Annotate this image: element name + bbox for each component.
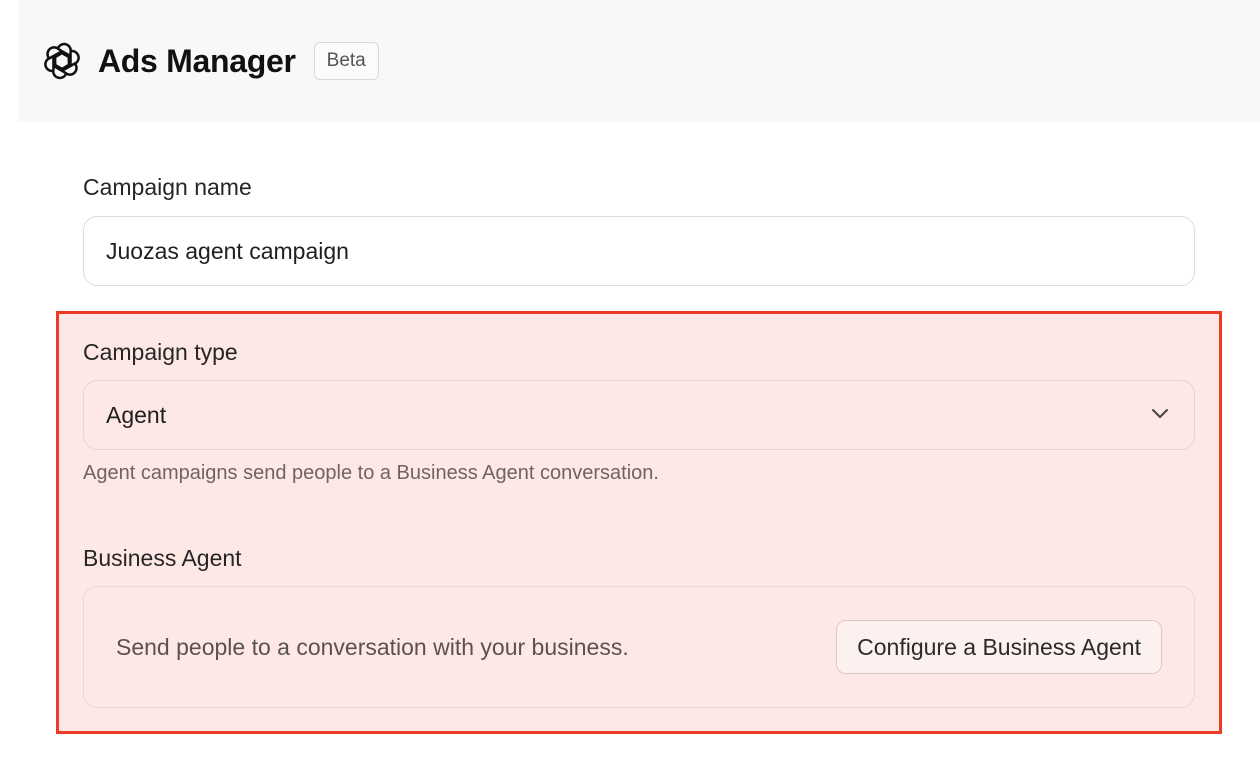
openai-knot-icon[interactable] — [42, 41, 82, 81]
campaign-type-helper: Agent campaigns send people to a Busines… — [83, 462, 659, 484]
campaign-name-label: Campaign name — [83, 174, 252, 200]
campaign-type-select[interactable]: Agent — [83, 380, 1195, 450]
campaign-type-label: Campaign type — [83, 339, 238, 365]
chevron-down-icon — [1148, 401, 1172, 430]
campaign-type-value: Agent — [106, 401, 167, 428]
app-title: Ads Manager — [98, 42, 296, 79]
configure-business-agent-button[interactable]: Configure a Business Agent — [836, 620, 1162, 674]
business-agent-card: Send people to a conversation with your … — [83, 586, 1195, 708]
business-agent-label: Business Agent — [83, 545, 242, 571]
app-header: Ads Manager Beta — [18, 0, 1260, 122]
beta-badge: Beta — [313, 42, 379, 80]
page: Ads Manager Beta Campaign name Campaign … — [0, 0, 1260, 760]
campaign-name-input[interactable] — [83, 216, 1195, 286]
business-agent-description: Send people to a conversation with your … — [116, 633, 629, 660]
